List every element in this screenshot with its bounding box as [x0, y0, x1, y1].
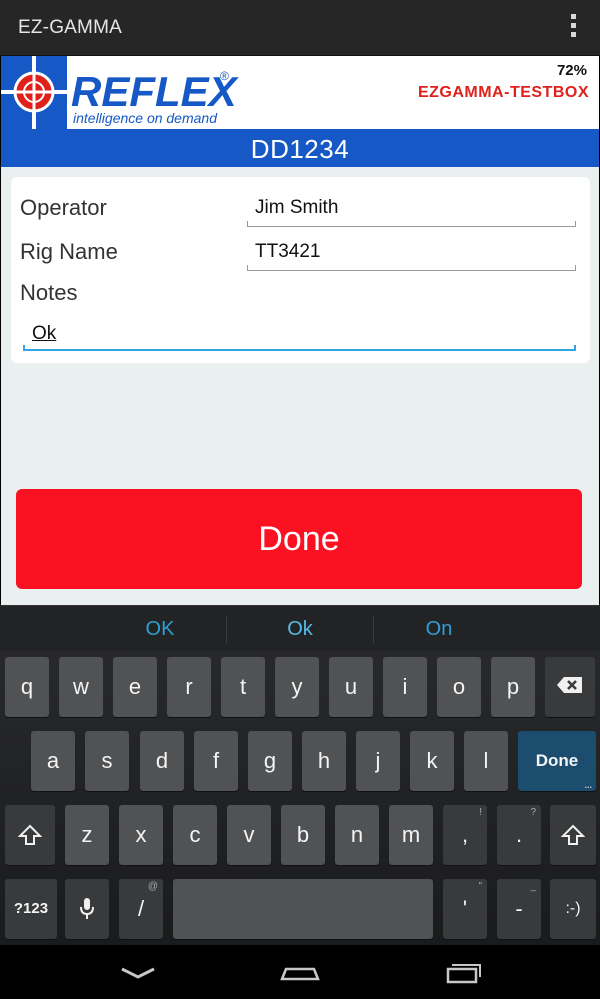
operator-label: Operator	[20, 195, 107, 220]
symbols-key[interactable]: ?123	[5, 879, 57, 939]
device-name: EZGAMMA-TESTBOX	[417, 84, 589, 101]
key-b[interactable]: b	[281, 805, 325, 865]
suggestion-strip: OK Ok On	[0, 605, 600, 673]
key-period[interactable]: . ?	[497, 805, 541, 865]
suggestion-on[interactable]: On	[365, 606, 513, 652]
slash-hint: @	[147, 881, 158, 892]
key-m[interactable]: m	[389, 805, 433, 865]
form-card: Operator Jim Smith Rig Name TT3421 Notes…	[11, 177, 590, 363]
header: REFLEX ® intelligence on demand 72% EZGA…	[1, 56, 599, 129]
apostrophe-hint: "	[478, 881, 482, 892]
suggestion-ok[interactable]: Ok	[226, 606, 374, 673]
key-n[interactable]: n	[335, 805, 379, 865]
key-e[interactable]: e	[113, 657, 157, 717]
key-c[interactable]: c	[173, 805, 217, 865]
period-label: .	[515, 822, 523, 847]
slash-label: /	[137, 896, 145, 921]
navigation-bar	[0, 945, 600, 999]
svg-text:REFLEX: REFLEX	[71, 68, 240, 115]
app-title: EZ-GAMMA	[18, 17, 122, 38]
dash-hint: _	[530, 881, 536, 892]
key-h[interactable]: h	[302, 731, 346, 791]
shift-key-left[interactable]	[5, 805, 55, 865]
app-screen: EZ-GAMMA REFLEX ® intelligence on demand…	[0, 0, 600, 999]
done-button[interactable]: Done	[16, 489, 582, 589]
shift-key-right[interactable]	[550, 805, 596, 865]
shift-icon	[560, 824, 586, 845]
key-r[interactable]: r	[167, 657, 211, 717]
key-g[interactable]: g	[248, 731, 292, 791]
comma-hint: !	[479, 807, 482, 818]
key-p[interactable]: p	[491, 657, 535, 717]
backspace-key[interactable]	[545, 657, 595, 717]
recent-apps-icon[interactable]	[434, 959, 494, 987]
key-o[interactable]: o	[437, 657, 481, 717]
key-z[interactable]: z	[65, 805, 109, 865]
more-suggestions-indicator	[290, 644, 310, 673]
overflow-menu-icon[interactable]	[568, 14, 578, 42]
period-hint: ?	[530, 807, 536, 818]
operator-field[interactable]: Jim Smith	[247, 187, 576, 227]
rig-name-label: Rig Name	[20, 239, 118, 264]
key-u[interactable]: u	[329, 657, 373, 717]
key-v[interactable]: v	[227, 805, 271, 865]
key-s[interactable]: s	[85, 731, 129, 791]
keyboard-done-key[interactable]: Done ...	[518, 731, 596, 791]
svg-text:intelligence on demand: intelligence on demand	[73, 110, 218, 126]
back-chevron-icon[interactable]	[108, 959, 168, 987]
main-content: Operator Jim Smith Rig Name TT3421 Notes…	[1, 167, 599, 605]
key-q[interactable]: q	[5, 657, 49, 717]
smiley-key[interactable]: :-)	[550, 879, 596, 939]
more-indicator: ...	[584, 780, 592, 790]
apostrophe-label: '	[462, 896, 468, 921]
reflex-logo: REFLEX ® intelligence on demand	[1, 56, 241, 129]
notes-label: Notes	[20, 280, 78, 305]
hole-id: DD1234	[1, 129, 599, 167]
svg-text:®: ®	[220, 69, 229, 83]
backspace-icon	[557, 677, 582, 693]
dash-key[interactable]: - _	[497, 879, 541, 939]
microphone-icon	[80, 898, 94, 919]
slash-key[interactable]: / @	[119, 879, 163, 939]
shift-icon	[17, 824, 43, 845]
rig-name-field[interactable]: TT3421	[247, 231, 576, 271]
key-l[interactable]: l	[464, 731, 508, 791]
key-d[interactable]: d	[140, 731, 184, 791]
space-bar[interactable]	[173, 879, 433, 939]
key-f[interactable]: f	[194, 731, 238, 791]
notes-field[interactable]: Ok	[23, 315, 576, 351]
key-w[interactable]: w	[59, 657, 103, 717]
key-i[interactable]: i	[383, 657, 427, 717]
key-k[interactable]: k	[410, 731, 454, 791]
suggestion-ok-label: Ok	[287, 618, 313, 640]
key-y[interactable]: y	[275, 657, 319, 717]
comma-label: ,	[461, 822, 469, 847]
key-comma[interactable]: , !	[443, 805, 487, 865]
action-bar: EZ-GAMMA	[0, 0, 600, 56]
home-icon[interactable]	[270, 959, 330, 987]
dash-label: -	[515, 896, 523, 921]
key-j[interactable]: j	[356, 731, 400, 791]
keyboard-done-label: Done	[535, 751, 579, 770]
apostrophe-key[interactable]: ' "	[443, 879, 487, 939]
suggestion-ok-upper[interactable]: OK	[86, 606, 234, 652]
notes-value: Ok	[32, 323, 57, 344]
mic-key[interactable]	[65, 879, 109, 939]
key-x[interactable]: x	[119, 805, 163, 865]
key-a[interactable]: a	[31, 731, 75, 791]
key-t[interactable]: t	[221, 657, 265, 717]
soft-keyboard: OK Ok On q w e r t y u i o p a s d f g h…	[0, 605, 600, 945]
battery-level: 72%	[556, 62, 587, 79]
